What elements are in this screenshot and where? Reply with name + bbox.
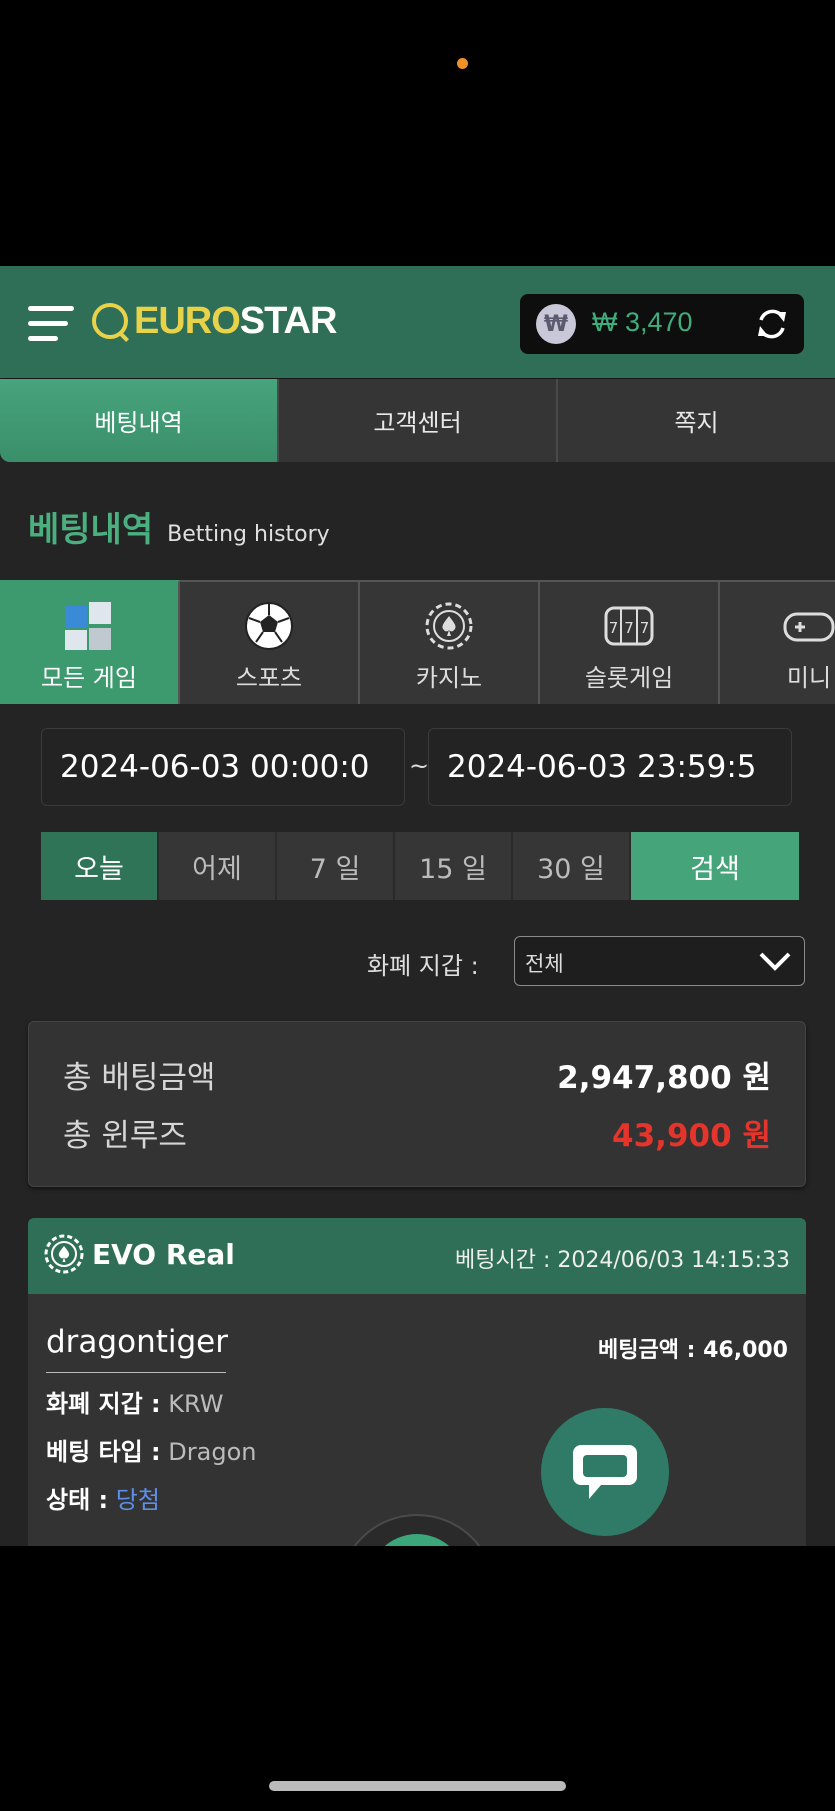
chat-support-button[interactable] (541, 1408, 669, 1536)
quick-date-filters: 오늘 어제 7 일 15 일 30 일 검색 (41, 832, 799, 900)
page-title-english: Betting history (167, 522, 330, 547)
category-casino[interactable]: 카지노 (360, 580, 540, 704)
bet-type-label: 베팅 타입 : (46, 1438, 161, 1466)
category-slot-games[interactable]: 7 7 7 슬롯게임 (540, 580, 720, 704)
end-date-input[interactable]: 2024-06-03 23:59:5 (428, 728, 792, 806)
bet-status-label: 상태 : (46, 1486, 109, 1514)
page-title-korean: 베팅내역 (28, 510, 154, 550)
total-bet-label: 총 배팅금액 (63, 1060, 216, 1096)
start-date-input[interactable]: 2024-06-03 00:00:0 (41, 728, 405, 806)
gamepad-icon (783, 612, 835, 642)
soccer-ball-icon (245, 602, 293, 650)
currency-wallet-label: 화폐 지갑 : (367, 952, 479, 980)
category-label: 카지노 (415, 664, 483, 692)
bet-type-value: Dragon (168, 1438, 257, 1466)
tab-customer-center[interactable]: 고객센터 (279, 379, 558, 462)
tab-betting-history[interactable]: 베팅내역 (0, 379, 279, 462)
category-sports[interactable]: 스포츠 (180, 580, 360, 704)
balance-amount: ₩ 3,470 (592, 307, 693, 337)
all-games-cubes-icon (65, 602, 111, 650)
game-category-tabs: 모든 게임 스포츠 카지노 7 7 7 슬롯게임 미니 (0, 580, 835, 704)
filter-yesterday-button[interactable]: 어제 (159, 832, 277, 900)
currency-wallet-select[interactable]: 전체 (514, 936, 805, 986)
brand-logo[interactable]: EUROSTAR (92, 298, 337, 344)
camera-indicator (457, 58, 468, 69)
bet-type-row: 베팅 타입 : Dragon (46, 1432, 256, 1467)
bet-game-name: dragontiger (46, 1324, 228, 1373)
page-title: 베팅내역 Betting history (28, 502, 330, 551)
wallet-balance: ₩ ₩ 3,470 (520, 294, 804, 354)
logo-mark-icon (92, 303, 128, 339)
bet-currency-row: 화폐 지갑 : KRW (46, 1384, 223, 1419)
top-header: EUROSTAR ₩ ₩ 3,470 (0, 266, 835, 378)
chat-bubble-icon (573, 1445, 637, 1499)
won-coin-icon: ₩ (536, 304, 576, 344)
category-mini-games[interactable]: 미니 (720, 580, 835, 704)
category-label: 미니 (786, 664, 832, 692)
svg-text:7: 7 (624, 619, 634, 637)
svg-text:7: 7 (609, 619, 619, 637)
betting-summary-card: 총 배팅금액 2,947,800 원 총 윈루즈 43,900 원 (28, 1021, 806, 1187)
win-loss-value: 43,900 원 (612, 1118, 771, 1154)
currency-selected-value: 전체 (525, 952, 564, 976)
bet-currency-label: 화폐 지갑 : (46, 1390, 161, 1418)
bet-record-header: EVO Real 베팅시간 : 2024/06/03 14:15:33 (28, 1218, 806, 1294)
bet-status-value: 당첨 (115, 1486, 160, 1514)
refresh-icon[interactable] (754, 306, 790, 342)
filter-today-button[interactable]: 오늘 (41, 832, 159, 900)
total-bet-row: 총 배팅금액 2,947,800 원 (63, 1052, 771, 1097)
svg-text:7: 7 (640, 619, 650, 637)
win-loss-row: 총 윈루즈 43,900 원 (63, 1110, 771, 1155)
filter-15days-button[interactable]: 15 일 (395, 832, 513, 900)
date-range-separator: ~ (409, 752, 430, 780)
bet-record-card[interactable]: EVO Real 베팅시간 : 2024/06/03 14:15:33 drag… (28, 1218, 806, 1546)
category-label: 슬롯게임 (584, 664, 674, 692)
app-screen: EUROSTAR ₩ ₩ 3,470 베팅내역 고객센터 쪽지 베팅내역 Bet… (0, 266, 835, 1546)
bet-currency-value: KRW (168, 1390, 224, 1418)
filter-7days-button[interactable]: 7 일 (277, 832, 395, 900)
bet-time: 베팅시간 : 2024/06/03 14:15:33 (455, 1248, 790, 1273)
category-label: 스포츠 (235, 664, 303, 692)
search-button[interactable]: 검색 (631, 832, 799, 900)
bet-amount: 베팅금액 : 46,000 (598, 1338, 788, 1363)
bet-status-row: 상태 : 당첨 (46, 1480, 160, 1515)
category-all-games[interactable]: 모든 게임 (0, 580, 180, 704)
total-bet-value: 2,947,800 원 (557, 1060, 771, 1096)
casino-chip-icon (425, 602, 473, 650)
chevron-down-icon (759, 952, 791, 971)
home-indicator[interactable] (269, 1781, 566, 1791)
slot-machine-777-icon: 7 7 7 (604, 606, 654, 646)
filter-30days-button[interactable]: 30 일 (513, 832, 631, 900)
main-tabs: 베팅내역 고객센터 쪽지 (0, 379, 835, 462)
tab-messages[interactable]: 쪽지 (558, 379, 835, 462)
casino-chip-icon (44, 1234, 84, 1274)
category-label: 모든 게임 (41, 664, 137, 692)
win-loss-label: 총 윈루즈 (63, 1118, 187, 1154)
bet-provider-name: EVO Real (92, 1238, 235, 1271)
hamburger-menu-icon[interactable] (28, 302, 74, 346)
